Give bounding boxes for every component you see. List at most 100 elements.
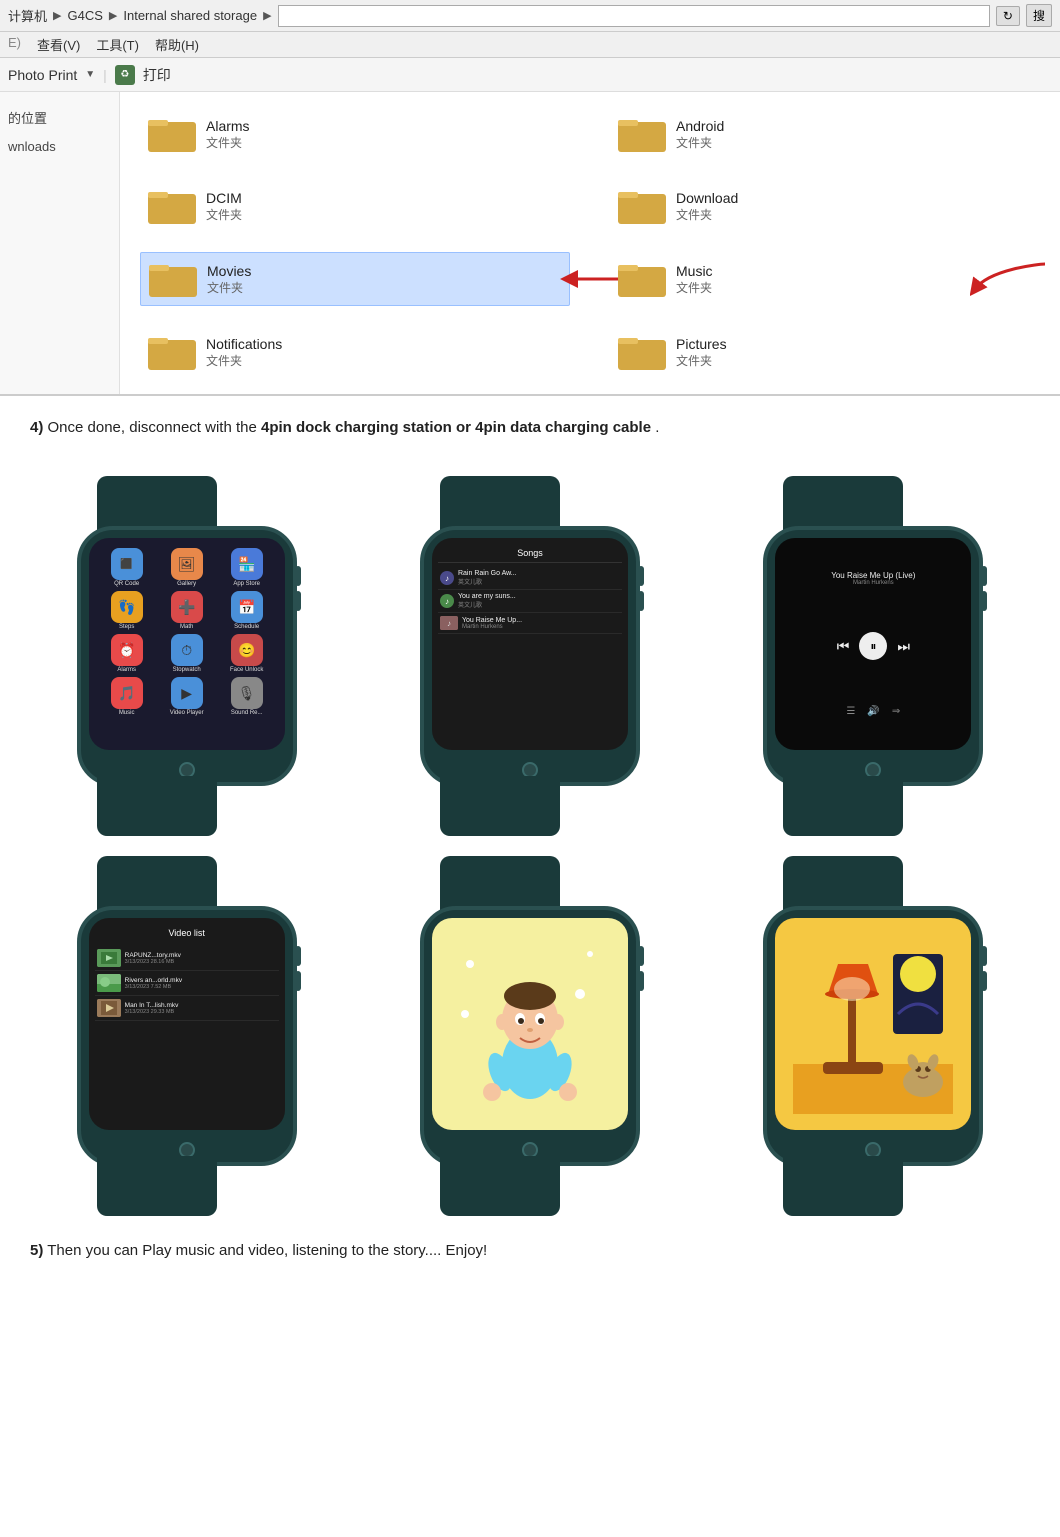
breadcrumb-computer[interactable]: 计算机 [8,6,47,25]
folder-music[interactable]: Music 文件夹 [610,252,1040,306]
side-btn-mid-4 [295,971,301,991]
app-sound-rec: 🎙 Sound Re... [219,677,275,716]
app-math: ➕ Math [159,591,215,630]
folder-dcim-type: 文件夹 [206,206,242,223]
watch-screen-apps: ⬛ QR Code 🖼 Gallery 🏪 App Store [89,538,285,750]
app-steps: 👣 Steps [99,591,155,630]
watch-music-list: Songs ♪ Rain Rain Go Aw... 英文儿歌 ♪ You ar [363,476,696,836]
play-pause-button[interactable]: ⏸ [859,632,887,660]
watch-body-4: Video list RAPUNZ...tory.mkv 3/13/2023 2… [77,906,297,1166]
side-btn-mid-1 [295,591,301,611]
folder-pictures[interactable]: Pictures 文件夹 [610,326,1040,378]
sidebar-item-location[interactable]: 的位置 [8,108,111,127]
folder-movies-type: 文件夹 [207,279,251,296]
side-btn-mid-6 [981,971,987,991]
refresh-button[interactable]: ↻ [996,6,1020,26]
watch-screen-cartoon-boy [432,918,628,1130]
music-item-raise: ♪ You Raise Me Up... Martin Hurkens [438,613,622,634]
path-input[interactable] [278,5,990,27]
breadcrumb-g4cs[interactable]: G4CS [67,8,102,23]
side-btn-mid-5 [638,971,644,991]
watch-body-2: Songs ♪ Rain Rain Go Aw... 英文儿歌 ♪ You ar [420,526,640,786]
search-button[interactable]: 搜 [1026,4,1052,27]
arrow-1: ▶ [53,9,61,22]
folder-download-type: 文件夹 [676,206,738,223]
watch-apps: ⬛ QR Code 🖼 Gallery 🏪 App Store [20,476,353,836]
watch-body-1: ⬛ QR Code 🖼 Gallery 🏪 App Store [77,526,297,786]
watch-screen-cartoon-room [775,918,971,1130]
music-item-rain: ♪ Rain Rain Go Aw... 英文儿歌 [438,567,622,590]
print-label[interactable]: 打印 [143,65,171,85]
folder-notifications[interactable]: Notifications 文件夹 [140,326,570,378]
folder-movies-icon [149,259,197,299]
step4-text-before: Once done, disconnect with the [48,419,261,436]
menu-item-help[interactable]: 帮助(H) [155,35,199,54]
breadcrumb-storage[interactable]: Internal shared storage [123,8,257,23]
side-btn-top-1 [295,566,301,586]
menu-item-tools[interactable]: 工具(T) [96,35,139,54]
watch-body-5 [420,906,640,1166]
folder-music-name: Music [676,263,713,279]
app-face-unlock: 😊 Face Unlock [219,634,275,673]
watch-screen-player: You Raise Me Up (Live) Martin Hurkens ⏮ … [775,538,971,750]
app-schedule: 📅 Schedule [219,591,275,630]
folder-alarms-name: Alarms [206,118,250,134]
folder-dcim[interactable]: DCIM 文件夹 [140,180,570,232]
menu-item-edit: E) [8,35,21,54]
player-bottom-controls: ☰ 🔊 ⇒ [846,706,900,717]
strap-bottom-3 [783,776,903,836]
folder-android-icon [618,114,666,154]
app-gallery: 🖼 Gallery [159,548,215,587]
playlist-icon: ☰ [846,706,855,717]
strap-bottom-1 [97,776,217,836]
prev-button[interactable]: ⏮ [837,638,850,655]
next-button[interactable]: ⏭ [897,638,910,655]
menu-item-view[interactable]: 查看(V) [37,35,80,54]
sidebar-panel: 的位置 wnloads [0,92,120,394]
app-qrcode: ⬛ QR Code [99,548,155,587]
watch-grid-row2: Video list RAPUNZ...tory.mkv 3/13/2023 2… [0,846,1060,1226]
folder-movies[interactable]: Movies 文件夹 [140,252,570,306]
music-list-content: Songs ♪ Rain Rain Go Aw... 英文儿歌 ♪ You ar [432,538,628,750]
player-artist: Martin Hurkens [853,580,894,586]
watch-screen-music-list: Songs ♪ Rain Rain Go Aw... 英文儿歌 ♪ You ar [432,538,628,750]
step4-text: 4) Once done, disconnect with the 4pin d… [30,416,1030,440]
folder-pictures-icon [618,332,666,372]
folder-pictures-name: Pictures [676,336,727,352]
watch-music-list-outer: Songs ♪ Rain Rain Go Aw... 英文儿歌 ♪ You ar [390,476,670,836]
folder-download-name: Download [676,190,738,206]
apps-screen-content: ⬛ QR Code 🖼 Gallery 🏪 App Store [89,538,285,750]
folder-movies-name: Movies [207,263,251,279]
folder-android[interactable]: Android 文件夹 [610,108,1040,160]
step5-section: 5) Then you can Play music and video, li… [0,1226,1060,1289]
video-list-header: Video list [95,924,279,942]
folder-alarms[interactable]: Alarms 文件夹 [140,108,570,160]
side-btn-top-3 [981,566,987,586]
toolbar-dropdown-arrow[interactable]: ▼ [85,69,95,80]
app-grid: ⬛ QR Code 🖼 Gallery 🏪 App Store [95,544,279,720]
music-list-header: Songs [438,544,622,563]
strap-bottom-2 [440,776,560,836]
photo-print-label[interactable]: Photo Print [8,67,77,83]
music-item-sunshine: ♪ You are my suns... 英文儿歌 [438,590,622,613]
side-btn-mid-2 [638,591,644,611]
folder-notifications-icon [148,332,196,372]
folder-dcim-icon [148,186,196,226]
strap-bottom-4 [97,1156,217,1216]
video-item-rapunzel: RAPUNZ...tory.mkv 3/13/2023 28.16 MB [95,946,279,971]
video-item-rivers: Rivers an...orld.mkv 3/13/2023 7.52 MB [95,971,279,996]
folder-music-type: 文件夹 [676,279,713,296]
watch-cartoon-boy [363,856,696,1216]
side-btn-top-2 [638,566,644,586]
print-icon: ♻ [115,65,135,85]
watch-apps-outer: ⬛ QR Code 🖼 Gallery 🏪 App Store [47,476,327,836]
explorer-content: 的位置 wnloads Alarms 文件夹 Android 文件夹 [0,92,1060,396]
folder-grid: Alarms 文件夹 Android 文件夹 DCIM 文件夹 [120,92,1060,394]
app-store: 🏪 App Store [219,548,275,587]
menu-bar: E) 查看(V) 工具(T) 帮助(H) [0,32,1060,58]
strap-bottom-6 [783,1156,903,1216]
folder-alarms-type: 文件夹 [206,134,250,151]
sidebar-item-downloads[interactable]: wnloads [8,139,111,154]
toolbar-bar: Photo Print ▼ | ♻ 打印 [0,58,1060,92]
folder-download[interactable]: Download 文件夹 [610,180,1040,232]
